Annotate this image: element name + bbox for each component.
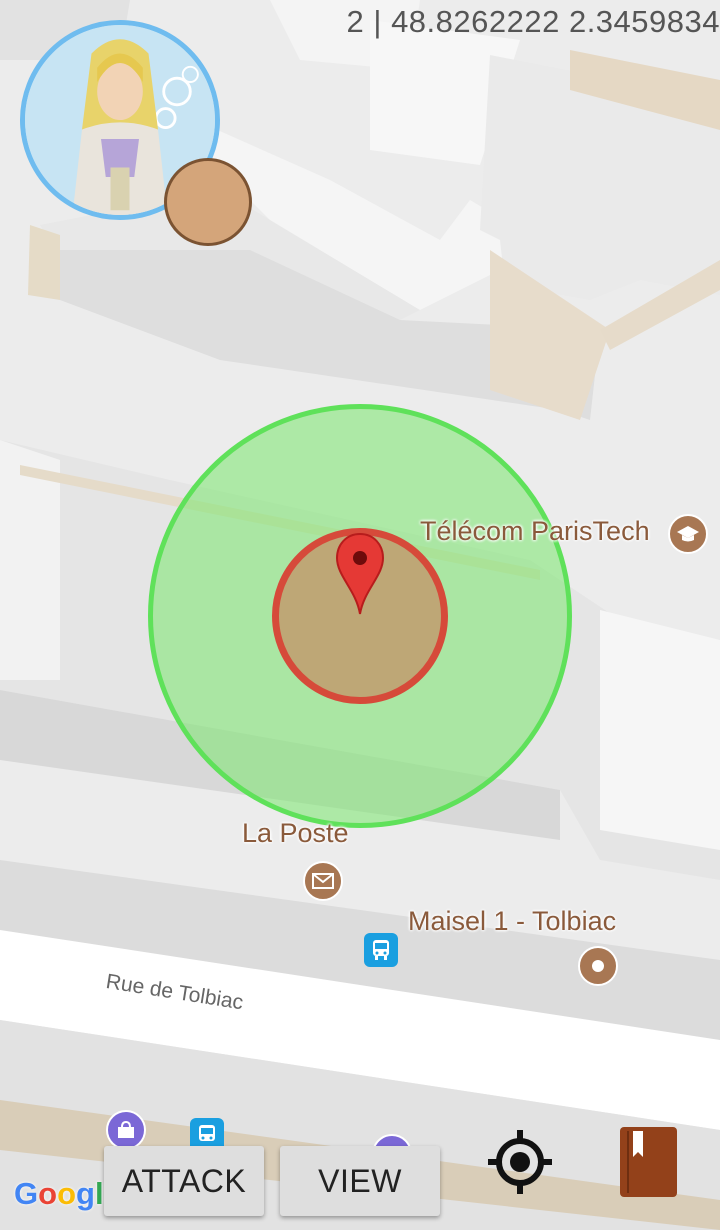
poi-label-la-poste[interactable]: La Poste xyxy=(242,818,349,849)
my-location-icon[interactable] xyxy=(486,1128,554,1196)
mail-icon[interactable] xyxy=(303,861,343,901)
attack-button[interactable]: ATTACK xyxy=(104,1146,264,1216)
bus-stop-icon[interactable] xyxy=(364,933,398,967)
graduation-cap-icon[interactable] xyxy=(668,514,708,554)
google-logo: Googl xyxy=(14,1176,104,1211)
location-pin-icon[interactable] xyxy=(334,532,386,616)
view-button[interactable]: VIEW xyxy=(280,1146,440,1216)
coordinates-readout: 2 | 48.8262222 2.3459834 xyxy=(346,4,720,39)
shopping-bag-icon[interactable] xyxy=(106,1110,146,1150)
place-dot-icon[interactable] xyxy=(578,946,618,986)
companion-marker[interactable] xyxy=(164,158,252,246)
journal-book-icon[interactable] xyxy=(620,1127,677,1197)
poi-label-telecom[interactable]: Télécom ParisTech xyxy=(420,516,650,547)
poi-label-maisel[interactable]: Maisel 1 - Tolbiac xyxy=(408,906,616,937)
